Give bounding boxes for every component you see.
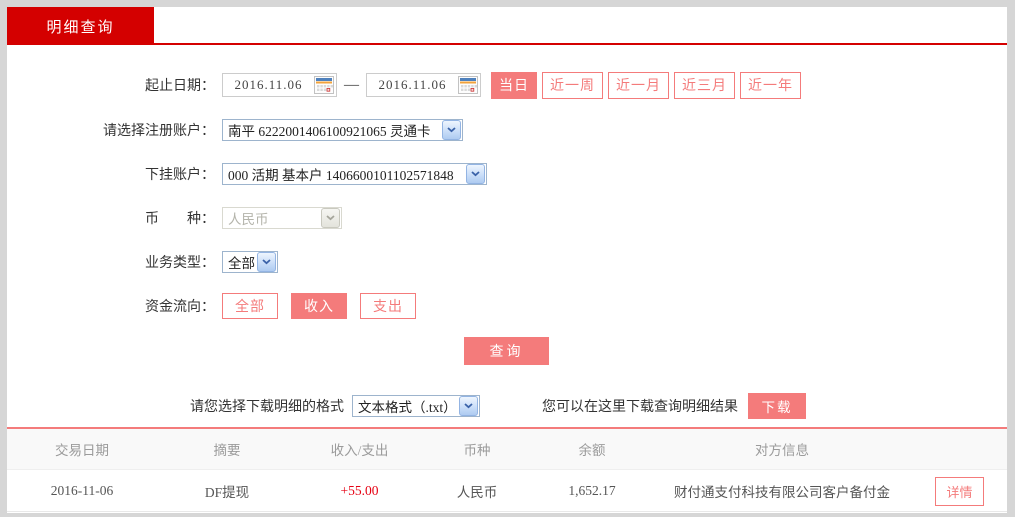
end-date-input[interactable]: 2016.11.06 [366, 73, 481, 97]
fund-flow-all-button[interactable]: 全部 [222, 293, 278, 319]
start-date-input[interactable]: 2016.11.06 [222, 73, 337, 97]
end-date-value: 2016.11.06 [378, 77, 447, 92]
date-separator: — [344, 76, 359, 93]
fund-flow-row: 资金流向： 全部 收入 支出 [7, 292, 1007, 320]
fund-flow-expense-button[interactable]: 支出 [360, 293, 416, 319]
header-summary: 摘要 [213, 443, 241, 458]
download-format-select[interactable]: 文本格式（.txt） [352, 395, 480, 417]
registered-account-value: 南平 6222001406100921065 灵通卡 [228, 124, 431, 139]
header-balance: 余额 [578, 443, 606, 458]
chevron-down-icon [321, 208, 340, 228]
header-counterparty: 对方信息 [755, 443, 809, 458]
registered-account-row: 请选择注册账户： 南平 6222001406100921065 灵通卡 [7, 118, 1007, 142]
download-hint: 您可以在这里下载查询明细结果 [542, 400, 738, 415]
tab-detail-query-label: 明细查询 [46, 19, 115, 36]
chevron-down-icon [466, 164, 485, 184]
quick-range-year-button[interactable]: 近一年 [740, 71, 801, 99]
fund-flow-income-button[interactable]: 收入 [291, 293, 347, 319]
sub-account-label: 下挂账户： [145, 168, 215, 183]
chevron-down-icon [459, 396, 478, 416]
page: { "colors": { "brand-red": "#d40000", "a… [0, 0, 1015, 517]
cell-balance: 1,652.17 [568, 483, 616, 498]
business-type-row: 业务类型： 全部 [7, 250, 1007, 274]
calendar-icon[interactable] [458, 76, 478, 94]
date-range-row: 起止日期： 2016.11.06 — 2016.11.06 当日 近一周 近一月… [7, 71, 1007, 99]
cell-trade-date: 2016-11-06 [50, 483, 114, 498]
cell-counterparty: 财付通支付科技有限公司客户备付金 [674, 485, 890, 500]
currency-label: 币 种： [145, 212, 215, 227]
quick-range-today-button[interactable]: 当日 [491, 71, 537, 99]
tab-underline [7, 43, 1007, 45]
table-header-row: 交易日期 摘要 收入/支出 币种 余额 对方信息 [7, 429, 1007, 470]
registered-account-label: 请选择注册账户： [103, 124, 215, 139]
download-format-label: 请您选择下载明细的格式 [190, 400, 344, 415]
cell-summary: DF提现 [204, 485, 250, 500]
currency-value: 人民币 [228, 212, 269, 227]
header-income-expense: 收入/支出 [330, 443, 389, 458]
cell-actions: 详情 [912, 476, 1007, 506]
download-format-value: 文本格式（.txt） [358, 400, 457, 415]
download-button[interactable]: 下载 [748, 393, 806, 419]
fund-flow-label: 资金流向： [145, 300, 215, 315]
quick-range-quarter-button[interactable]: 近三月 [674, 71, 735, 99]
table-row: 2016-11-06 DF提现 +55.00 人民币 1,652.17 财付通支… [7, 471, 1007, 512]
business-type-label: 业务类型： [145, 256, 215, 271]
query-button[interactable]: 查询 [464, 337, 549, 365]
sub-account-value: 000 活期 基本户 1406600101102571848 [228, 168, 454, 183]
date-range-label: 起止日期： [145, 79, 215, 94]
cell-currency: 人民币 [456, 485, 498, 500]
chevron-down-icon [257, 252, 276, 272]
cell-amount: +55.00 [340, 483, 379, 498]
registered-account-select[interactable]: 南平 6222001406100921065 灵通卡 [222, 119, 463, 141]
sub-account-select[interactable]: 000 活期 基本户 1406600101102571848 [222, 163, 487, 185]
start-date-value: 2016.11.06 [234, 77, 303, 92]
sub-account-row: 下挂账户： 000 活期 基本户 1406600101102571848 [7, 162, 1007, 186]
quick-range-week-button[interactable]: 近一周 [542, 71, 603, 99]
business-type-select[interactable]: 全部 [222, 251, 278, 273]
currency-row: 币 种： 人民币 [7, 206, 1007, 230]
currency-select: 人民币 [222, 207, 342, 229]
business-type-value: 全部 [228, 256, 255, 271]
header-trade-date: 交易日期 [55, 443, 109, 458]
tab-detail-query[interactable]: 明细查询 [7, 7, 154, 45]
download-row: 请您选择下载明细的格式 文本格式（.txt） 您可以在这里下载查询明细结果 下载 [7, 393, 1007, 419]
main-panel: 明细查询 起止日期： 2016.11.06 — 2016.11.06 当日 近一… [7, 7, 1007, 513]
header-currency: 币种 [463, 443, 491, 458]
chevron-down-icon [442, 120, 461, 140]
detail-button[interactable]: 详情 [935, 476, 984, 506]
calendar-icon[interactable] [314, 76, 334, 94]
quick-range-month-button[interactable]: 近一月 [608, 71, 669, 99]
